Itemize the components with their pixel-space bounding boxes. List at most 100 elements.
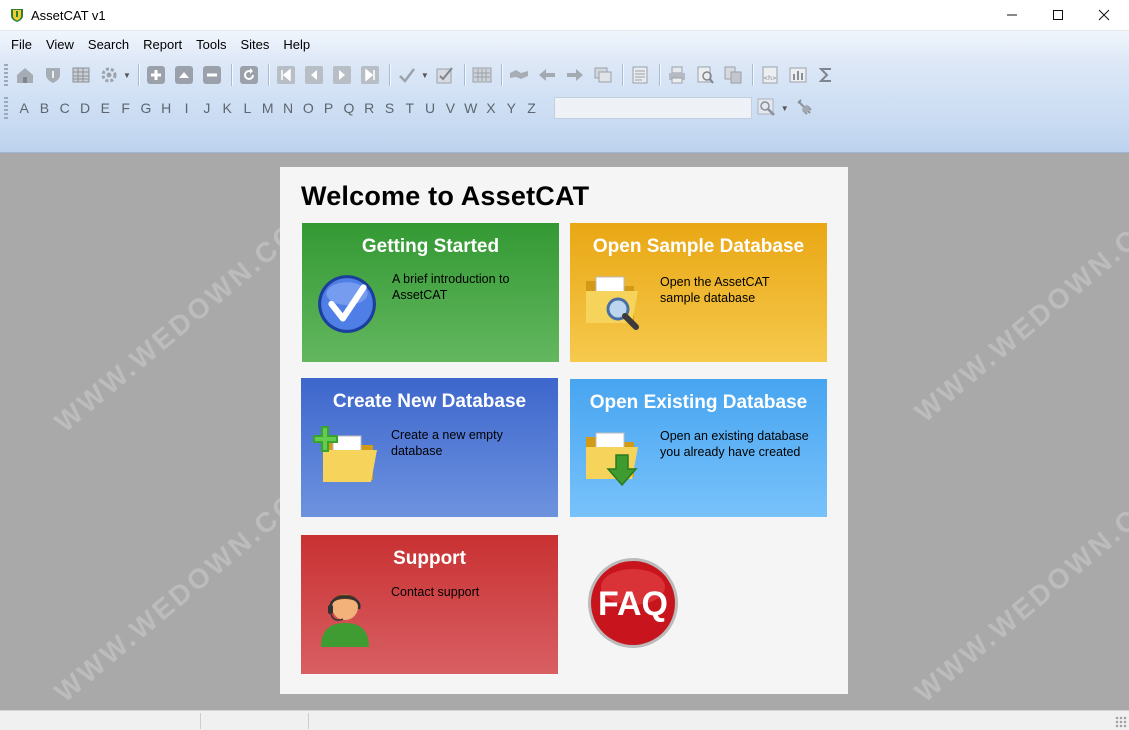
search-input[interactable] [553, 97, 752, 119]
toolbar-grip[interactable] [4, 64, 8, 86]
support-tile[interactable]: Support Contact support [301, 535, 558, 674]
alphabet-letter-n[interactable]: N [278, 100, 298, 116]
move-up-icon[interactable] [173, 64, 195, 86]
alphabet-letter-q[interactable]: Q [339, 100, 359, 116]
create-new-database-tile[interactable]: Create New Database Create a new empty d… [301, 378, 558, 517]
alphabet-letter-u[interactable]: U [420, 100, 440, 116]
last-record-icon[interactable] [359, 64, 381, 86]
print-icon[interactable] [666, 64, 688, 86]
refresh-icon[interactable] [238, 64, 260, 86]
alphabet-toolbar: ABCDEFGHIJKLMNOPQRSTUVWXYZ ▼ [4, 94, 822, 122]
toolbar-separator [463, 64, 465, 86]
sum-icon[interactable] [815, 64, 837, 86]
alphabet-letter-p[interactable]: P [318, 100, 338, 116]
menu-sites[interactable]: Sites [234, 31, 277, 58]
alphabet-letter-b[interactable]: B [34, 100, 54, 116]
menu-help[interactable]: Help [276, 31, 317, 58]
alphabet-letter-m[interactable]: M [258, 100, 278, 116]
alphabet-letter-a[interactable]: A [14, 100, 34, 116]
chevron-down-icon[interactable]: ▼ [781, 104, 789, 113]
table-icon[interactable] [70, 64, 92, 86]
alphabet-letter-d[interactable]: D [75, 100, 95, 116]
faq-button[interactable]: FAQ [587, 557, 679, 649]
alphabet-letter-f[interactable]: F [115, 100, 135, 116]
alphabet-letter-t[interactable]: T [400, 100, 420, 116]
menu-file[interactable]: File [4, 31, 39, 58]
alphabet-letter-l[interactable]: L [237, 100, 257, 116]
alphabet-letter-i[interactable]: I [176, 100, 196, 116]
alphabet-letter-v[interactable]: V [440, 100, 460, 116]
minimize-button[interactable] [989, 0, 1035, 30]
alphabet-letter-j[interactable]: J [197, 100, 217, 116]
handshake-icon[interactable] [508, 64, 530, 86]
menu-bar: File View Search Report Tools Sites Help [0, 31, 1129, 58]
alphabet-letter-o[interactable]: O [298, 100, 318, 116]
folder-add-icon [313, 426, 377, 482]
alphabet-letter-x[interactable]: X [481, 100, 501, 116]
page-title: Welcome to AssetCAT [301, 181, 590, 211]
grid-view-icon[interactable] [471, 64, 493, 86]
menu-report[interactable]: Report [136, 31, 189, 58]
remove-record-icon[interactable] [201, 64, 223, 86]
minimize-icon [1007, 14, 1017, 16]
chevron-down-icon[interactable]: ▼ [123, 71, 131, 80]
add-record-icon[interactable] [145, 64, 167, 86]
export-icon[interactable] [722, 64, 744, 86]
alphabet-letter-r[interactable]: R [359, 100, 379, 116]
check-icon[interactable] [396, 64, 418, 86]
forward-arrow-icon[interactable] [564, 64, 586, 86]
status-bar [0, 710, 1129, 730]
checklist-icon[interactable] [434, 64, 456, 86]
shield-icon[interactable] [42, 64, 64, 86]
alphabet-letter-c[interactable]: C [55, 100, 75, 116]
bar-chart-icon[interactable] [787, 64, 809, 86]
html-report-icon[interactable]: <h> [759, 64, 781, 86]
print-preview-icon[interactable] [694, 64, 716, 86]
alphabet-letter-s[interactable]: S [379, 100, 399, 116]
alphabet-letter-h[interactable]: H [156, 100, 176, 116]
alphabet-letter-e[interactable]: E [95, 100, 115, 116]
chevron-down-icon[interactable]: ▼ [421, 71, 429, 80]
tile-description: Open an existing database you already ha… [660, 429, 809, 459]
getting-started-tile[interactable]: Getting Started A brief introduction to … [302, 223, 559, 362]
toolbar-area: ▼ ▼ <h> ABCDEFGHIJKLMNOPQR S T U V W X Y… [0, 58, 1129, 153]
previous-record-icon[interactable] [303, 64, 325, 86]
status-pane [308, 713, 1108, 729]
first-record-icon[interactable] [275, 64, 297, 86]
menu-view[interactable]: View [39, 31, 81, 58]
toolbar-separator [137, 64, 139, 86]
maximize-icon [1053, 10, 1063, 20]
menu-tools[interactable]: Tools [189, 31, 233, 58]
search-icon[interactable] [756, 97, 778, 119]
maximize-button[interactable] [1035, 0, 1081, 30]
home-icon[interactable] [14, 64, 36, 86]
alphabet-letter-z[interactable]: Z [521, 100, 541, 116]
alphabet-letter-k[interactable]: K [217, 100, 237, 116]
toolbar-grip[interactable] [4, 97, 8, 119]
alphabet-letter-y[interactable]: Y [501, 100, 521, 116]
alphabet-index: ABCDEFGHIJKLMNOPQRSTUVWXYZ [14, 100, 542, 116]
windows-icon[interactable] [592, 64, 614, 86]
resize-grip[interactable] [1115, 716, 1127, 728]
alphabet-letter-g[interactable]: G [136, 100, 156, 116]
toolbar-separator [658, 64, 660, 86]
faq-label: FAQ [598, 585, 668, 623]
close-icon [1098, 9, 1110, 21]
watermark: WWW.WEDOWN.COM [908, 189, 1129, 428]
document-icon[interactable] [629, 64, 651, 86]
toolbar-separator [267, 64, 269, 86]
open-sample-database-tile[interactable]: Open Sample Database Open the AssetCAT s… [570, 223, 827, 362]
status-pane [200, 713, 308, 729]
tile-description: Create a new empty database [391, 428, 503, 458]
settings-icon[interactable] [98, 64, 120, 86]
open-existing-database-tile[interactable]: Open Existing Database Open an existing … [570, 379, 827, 517]
support-agent-icon [321, 594, 369, 647]
tile-title: Create New Database [332, 391, 527, 412]
window-title: AssetCAT v1 [31, 8, 106, 23]
close-button[interactable] [1081, 0, 1127, 30]
alphabet-letter-w[interactable]: W [461, 100, 481, 116]
menu-search[interactable]: Search [81, 31, 136, 58]
next-record-icon[interactable] [331, 64, 353, 86]
plug-icon[interactable] [794, 97, 816, 119]
back-arrow-icon[interactable] [536, 64, 558, 86]
